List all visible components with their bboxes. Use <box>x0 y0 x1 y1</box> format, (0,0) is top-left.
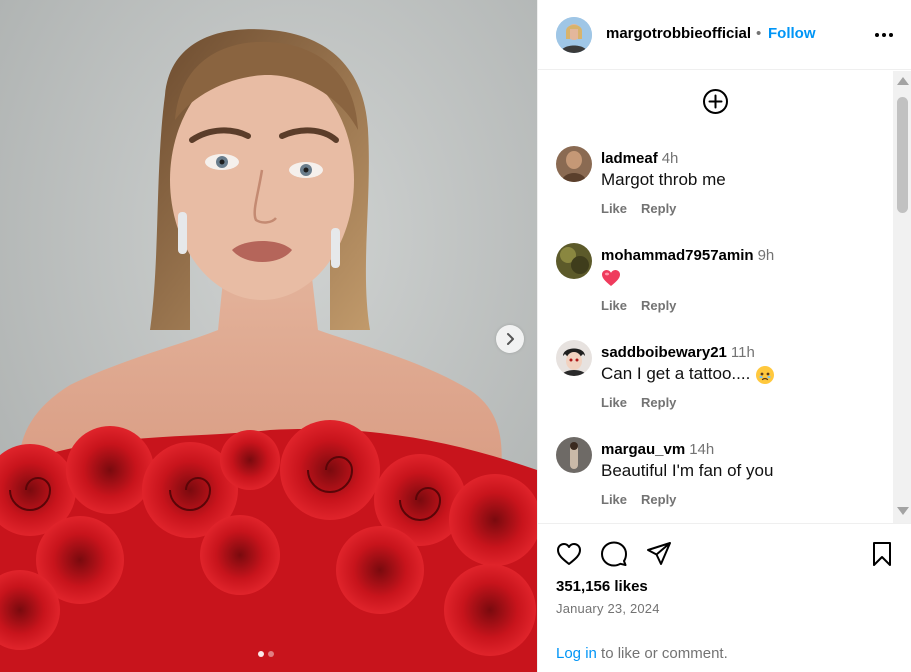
comment-like-button[interactable]: Like <box>601 492 627 507</box>
comment-item: ladmeaf 4h Margot throb me Like Reply <box>556 146 886 231</box>
post-actions-bar: 351,156 likes January 23, 2024 Log in to… <box>538 523 911 672</box>
carousel-dot-active <box>258 651 264 657</box>
comment-actions: Like Reply <box>601 298 676 313</box>
comment-like-button[interactable]: Like <box>601 201 627 216</box>
commenter-username[interactable]: saddboibewary21 11h <box>601 344 755 361</box>
comment-reply-button[interactable]: Reply <box>641 395 676 410</box>
comment-item: mohammad7957amin 9h Like Reply <box>556 243 886 328</box>
carousel-indicator <box>258 651 274 657</box>
comments-scrollbar[interactable] <box>893 71 911 523</box>
post-header: margotrobbieofficial • Follow <box>538 0 911 70</box>
comment-text: Beautiful I'm fan of you <box>601 461 774 480</box>
comment-reply-button[interactable]: Reply <box>641 201 676 216</box>
post-side-panel: margotrobbieofficial • Follow ladmeaf4h <box>537 0 911 672</box>
scrollbar-thumb[interactable] <box>897 97 908 213</box>
commenter-avatar[interactable] <box>556 437 592 473</box>
commenter-username[interactable]: ladmeaf 4h <box>601 150 678 167</box>
comments-list: ladmeaf 4h Margot throb me Like Reply moh… <box>538 71 911 523</box>
author-username[interactable]: margotrobbieofficial <box>606 25 751 42</box>
comment-text <box>601 267 621 287</box>
comment-text: Can I get a tattoo.... <box>601 364 775 385</box>
header-separator: • <box>756 25 762 42</box>
commenter-avatar[interactable] <box>556 146 592 182</box>
face-holding-back-tears-emoji <box>756 365 775 384</box>
more-options-icon[interactable] <box>874 26 894 44</box>
post-media <box>0 0 537 672</box>
comment-timestamp: 14h <box>689 441 715 458</box>
likes-count[interactable]: 351,156 likes <box>556 578 648 595</box>
carousel-dot <box>268 651 274 657</box>
comment-item: margau_vm 14h Beautiful I'm fan of you Li… <box>556 437 886 522</box>
post-date: January 23, 2024 <box>556 601 660 616</box>
comment-like-button[interactable]: Like <box>601 395 627 410</box>
commenter-username[interactable]: margau_vm 14h <box>601 441 714 458</box>
red-heart-emoji <box>602 269 620 286</box>
comment-like-button[interactable]: Like <box>601 298 627 313</box>
comment-timestamp: 9h <box>757 247 775 264</box>
author-avatar[interactable] <box>556 17 592 53</box>
comment-timestamp: 11h <box>730 344 755 361</box>
paper-plane-icon[interactable] <box>645 540 673 568</box>
comment-timestamp: 4h <box>661 150 679 167</box>
add-comment-circle-icon[interactable] <box>702 88 729 115</box>
login-prompt: Log in to like or comment. <box>556 645 728 662</box>
comment-reply-button[interactable]: Reply <box>641 492 676 507</box>
heart-outline-icon[interactable] <box>555 540 583 568</box>
follow-button[interactable]: Follow <box>768 25 816 42</box>
commenter-username[interactable]: mohammad7957amin 9h <box>601 247 774 264</box>
comment-item: saddboibewary21 11h Can I get a tattoo...… <box>556 340 886 425</box>
carousel-next-button[interactable] <box>496 325 524 353</box>
bookmark-icon[interactable] <box>868 540 896 568</box>
scroll-up-arrow-icon[interactable] <box>897 77 909 85</box>
chevron-right-icon <box>507 333 514 345</box>
comment-text: Margot throb me <box>601 170 726 189</box>
commenter-avatar[interactable] <box>556 340 592 376</box>
comment-reply-button[interactable]: Reply <box>641 298 676 313</box>
comment-actions: Like Reply <box>601 201 676 216</box>
scroll-down-arrow-icon[interactable] <box>897 507 909 515</box>
comment-bubble-icon[interactable] <box>600 540 628 568</box>
commenter-avatar[interactable] <box>556 243 592 279</box>
comment-actions: Like Reply <box>601 395 676 410</box>
login-prompt-text: to like or comment. <box>596 645 728 662</box>
post-photo <box>0 0 537 672</box>
login-link[interactable]: Log in <box>556 645 597 662</box>
comment-actions: Like Reply <box>601 492 676 507</box>
